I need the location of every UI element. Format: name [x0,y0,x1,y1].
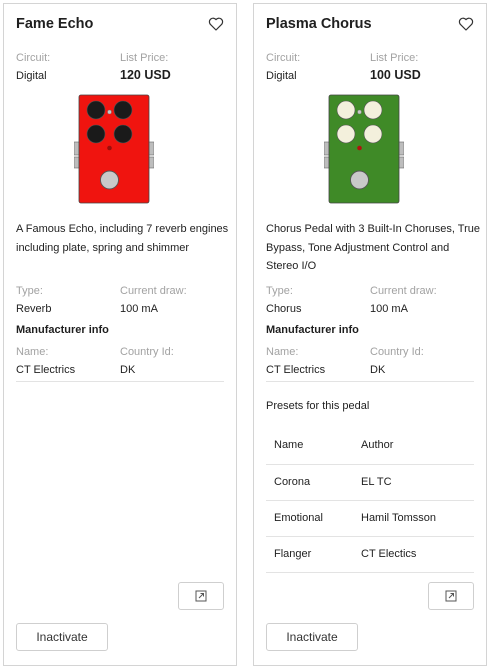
type-value: Reverb [16,303,52,315]
price-label: List Price: [370,52,419,64]
table-header-row: Name Author [266,428,474,464]
divider [16,381,224,382]
pedal-image [74,94,154,204]
manufacturer-name-label: Name: [266,346,299,358]
inactivate-button[interactable]: Inactivate [266,623,358,651]
heart-icon[interactable] [458,16,474,32]
type-label: Type: [16,285,43,297]
manufacturer-heading: Manufacturer info [16,324,109,336]
current-draw-value: 100 mA [370,303,408,315]
pedal-card-fame-echo: Fame Echo Circuit: List Price: Digital 1… [3,3,237,666]
heart-icon[interactable] [208,16,224,32]
preset-name: Corona [274,476,311,488]
circuit-value: Digital [16,70,47,82]
presets-table: Name Author Corona EL TC Emotional Hamil… [266,428,474,573]
country-id-value: DK [370,364,386,376]
table-row[interactable]: Emotional Hamil Tomsson [266,500,474,536]
country-id-label: Country Id: [120,346,174,358]
manufacturer-name-label: Name: [16,346,49,358]
preset-author: CT Electics [361,548,417,560]
price-value: 100 USD [370,68,421,82]
pedal-image [324,94,404,204]
current-draw-label: Current draw: [120,285,187,297]
table-row[interactable]: Corona EL TC [266,464,474,500]
pedal-description: Chorus Pedal with 3 Built-In Choruses, T… [266,223,480,272]
manufacturer-heading: Manufacturer info [266,324,359,336]
price-value: 120 USD [120,68,171,82]
current-draw-label: Current draw: [370,285,437,297]
table-row[interactable]: Flanger CT Electics [266,536,474,572]
preset-author: EL TC [361,476,392,488]
table-bottom-border [266,572,474,573]
price-label: List Price: [120,52,169,64]
column-header-author: Author [361,439,394,451]
pedal-description: A Famous Echo, including 7 reverb engine… [16,223,229,254]
type-label: Type: [266,285,293,297]
open-external-icon [195,590,207,602]
open-details-button[interactable] [178,582,224,610]
column-header-name: Name [274,439,304,451]
preset-author: Hamil Tomsson [361,512,436,524]
pedal-card-plasma-chorus: Plasma Chorus Circuit: List Price: Digit… [253,3,487,666]
preset-name: Emotional [274,512,323,524]
country-id-label: Country Id: [370,346,424,358]
card-title: Plasma Chorus [266,16,372,32]
presets-title: Presets for this pedal [266,400,370,412]
card-title: Fame Echo [16,16,94,32]
type-value: Chorus [266,303,302,315]
manufacturer-name-value: CT Electrics [266,364,326,376]
circuit-label: Circuit: [16,52,51,64]
open-external-icon [445,590,457,602]
current-draw-value: 100 mA [120,303,158,315]
preset-name: Flanger [274,548,312,560]
inactivate-button[interactable]: Inactivate [16,623,108,651]
circuit-value: Digital [266,70,297,82]
circuit-label: Circuit: [266,52,301,64]
divider [266,381,474,382]
manufacturer-name-value: CT Electrics [16,364,76,376]
open-details-button[interactable] [428,582,474,610]
country-id-value: DK [120,364,136,376]
